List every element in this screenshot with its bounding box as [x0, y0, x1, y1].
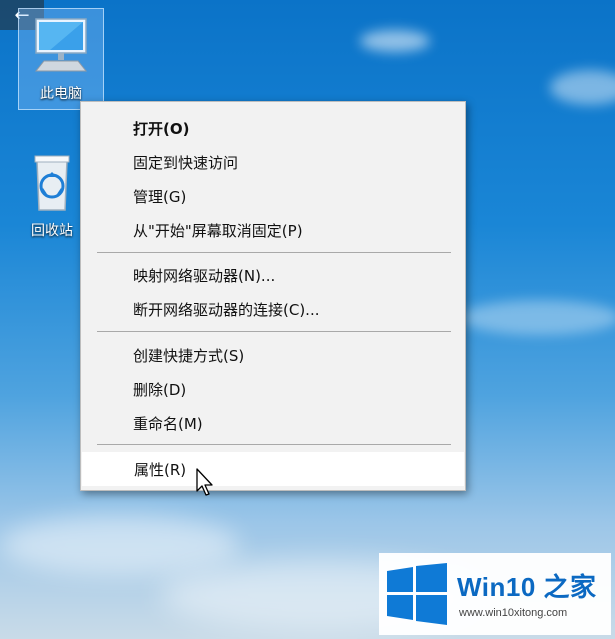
- menu-item-manage[interactable]: 管理(G): [81, 179, 465, 213]
- computer-icon: [34, 18, 88, 72]
- menu-item-label: 断开网络驱动器的连接(C)...: [133, 300, 320, 319]
- menu-item-label: 固定到快速访问: [133, 153, 239, 172]
- desktop-icon-label: 此电脑: [40, 86, 82, 102]
- context-menu: 打开(O) 固定到快速访问 管理(G) 从"开始"屏幕取消固定(P) 映射网络驱…: [80, 101, 466, 491]
- menu-item-create-shortcut[interactable]: 创建快捷方式(S): [81, 338, 465, 372]
- mouse-cursor-icon: [196, 468, 213, 496]
- menu-item-label: 管理(G): [133, 187, 187, 206]
- cloud: [0, 515, 240, 575]
- menu-item-label: 删除(D): [133, 380, 187, 399]
- watermark-logo: Win10 之家 www.win10xitong.com: [379, 553, 611, 635]
- menu-item-label: 映射网络驱动器(N)...: [133, 266, 276, 285]
- menu-item-label: 属性(R): [134, 460, 187, 479]
- menu-item-label: 从"开始"屏幕取消固定(P): [133, 221, 303, 240]
- menu-item-open[interactable]: 打开(O): [81, 111, 465, 145]
- cloud: [460, 300, 615, 335]
- menu-item-rename[interactable]: 重命名(M): [81, 406, 465, 440]
- cloud: [360, 30, 430, 52]
- menu-item-properties[interactable]: 属性(R): [82, 452, 464, 486]
- menu-separator: [97, 331, 451, 332]
- menu-item-disconnect-network-drive[interactable]: 断开网络驱动器的连接(C)...: [81, 292, 465, 326]
- cloud: [550, 70, 615, 105]
- windows-logo-icon: [387, 563, 447, 625]
- menu-separator: [97, 444, 451, 445]
- menu-item-label: 打开(O): [133, 119, 190, 138]
- menu-separator: [97, 252, 451, 253]
- menu-item-delete[interactable]: 删除(D): [81, 372, 465, 406]
- menu-item-label: 重命名(M): [133, 414, 203, 433]
- recycle-bin-icon: [34, 155, 70, 211]
- watermark-url: www.win10xitong.com: [459, 607, 568, 619]
- desktop-icon-this-pc[interactable]: 此电脑: [18, 8, 104, 110]
- menu-item-label: 创建快捷方式(S): [133, 346, 245, 365]
- menu-item-map-network-drive[interactable]: 映射网络驱动器(N)...: [81, 258, 465, 292]
- menu-item-pin-quick-access[interactable]: 固定到快速访问: [81, 145, 465, 179]
- watermark-brand: Win10 之家: [457, 572, 597, 602]
- menu-item-unpin-start[interactable]: 从"开始"屏幕取消固定(P): [81, 213, 465, 247]
